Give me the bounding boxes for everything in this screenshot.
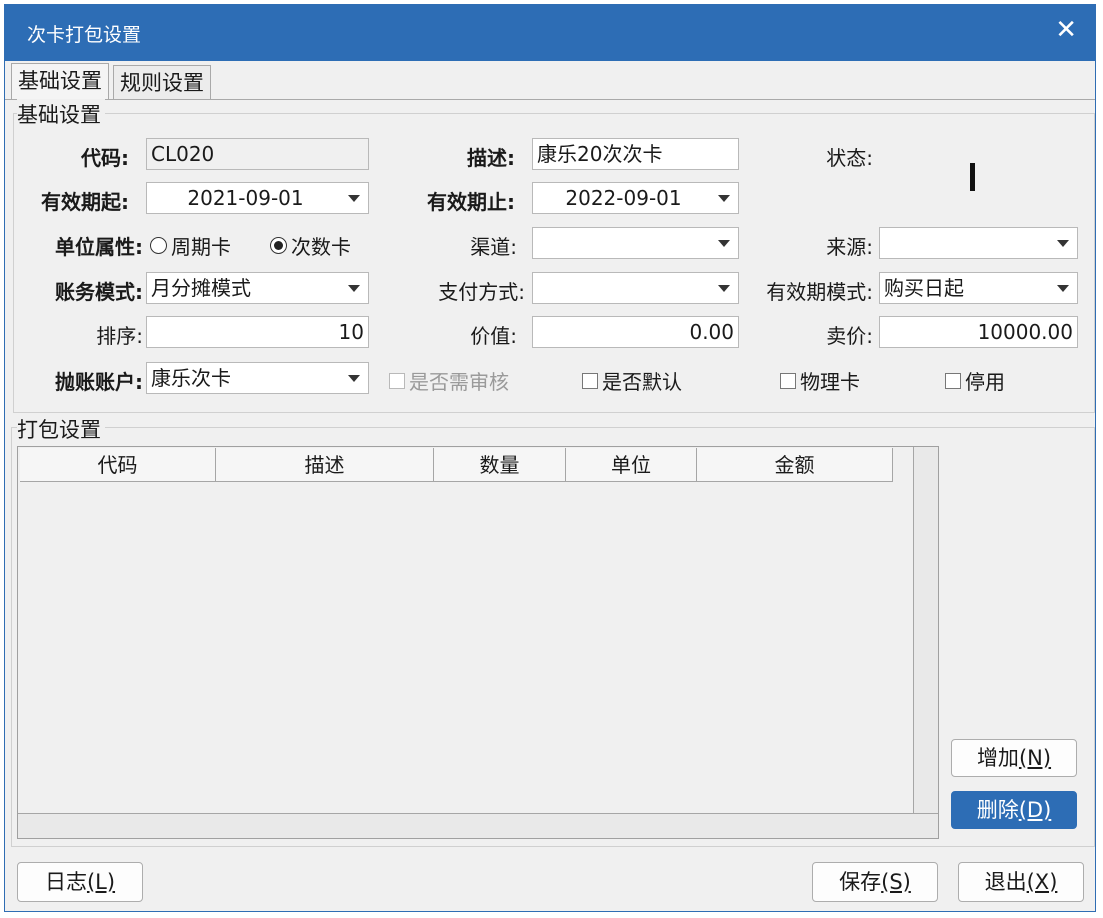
valid-to-value: 2022-09-01 (565, 186, 682, 210)
source-select[interactable] (879, 227, 1078, 259)
worth-label: 价值: (470, 324, 517, 348)
delete-button-key: (D) (1018, 798, 1052, 822)
channel-label: 渠道: (470, 235, 517, 259)
radio-period-card-label: 周期卡 (171, 235, 231, 259)
account-mode-select[interactable]: 月分摊模式 (146, 272, 369, 304)
dialog-window: 次卡打包设置 ✕ 基础设置 规则设置 基础设置 代码: CL020 描述: 康乐… (4, 4, 1096, 912)
check-needs-review[interactable]: 是否需审核 (389, 366, 509, 395)
checkbox-icon (945, 372, 961, 389)
price-label: 卖价: (826, 324, 873, 348)
add-button[interactable]: 增加(N) (951, 739, 1077, 777)
check-physical-card-label: 物理卡 (800, 370, 860, 394)
check-needs-review-label: 是否需审核 (409, 370, 509, 394)
valid-mode-value: 购买日起 (884, 276, 964, 300)
chevron-down-icon[interactable] (348, 285, 360, 292)
exit-button-key: (X) (1026, 870, 1058, 894)
desc-field[interactable]: 康乐20次次卡 (532, 138, 739, 170)
sort-label: 排序: (96, 324, 143, 348)
tab-rule-settings[interactable]: 规则设置 (113, 65, 211, 99)
radio-circle-icon (150, 237, 167, 254)
pay-method-select[interactable] (532, 272, 739, 304)
grid-header: 代码 描述 数量 单位 金额 (20, 448, 893, 482)
chevron-down-icon[interactable] (1057, 285, 1069, 292)
check-disabled-label: 停用 (965, 370, 1005, 394)
checkbox-icon (582, 372, 598, 389)
delete-button[interactable]: 删除(D) (951, 791, 1077, 829)
valid-mode-select[interactable]: 购买日起 (879, 272, 1078, 304)
valid-to-label: 有效期止: (427, 190, 515, 214)
valid-from-date-picker[interactable]: 2021-09-01 (146, 182, 369, 214)
horizontal-scrollbar[interactable] (18, 813, 938, 838)
log-button-label: 日志 (44, 870, 87, 894)
title-bar: 次卡打包设置 ✕ (5, 5, 1095, 61)
vertical-scrollbar[interactable] (913, 447, 938, 813)
checkbox-icon (780, 372, 796, 389)
column-header-amount[interactable]: 金额 (697, 448, 893, 482)
column-header-unit[interactable]: 单位 (566, 448, 697, 482)
column-header-desc[interactable]: 描述 (216, 448, 434, 482)
chevron-down-icon[interactable] (1057, 240, 1069, 247)
price-field[interactable]: 10000.00 (879, 316, 1078, 348)
account-mode-label: 账务模式: (55, 280, 143, 304)
radio-count-card[interactable]: 次数卡 (270, 231, 351, 260)
radio-period-card[interactable]: 周期卡 (150, 231, 231, 260)
channel-select[interactable] (532, 227, 739, 259)
exit-button-label: 退出 (984, 870, 1027, 894)
add-button-key: (N) (1018, 746, 1052, 770)
package-settings-group-label: 打包设置 (17, 414, 105, 444)
package-grid[interactable]: 代码 描述 数量 单位 金额 (17, 446, 939, 839)
log-button-key: (L) (86, 870, 116, 894)
pay-method-label: 支付方式: (438, 280, 525, 304)
source-label: 来源: (826, 235, 873, 259)
worth-field[interactable]: 0.00 (532, 316, 739, 348)
check-physical-card[interactable]: 物理卡 (780, 366, 860, 395)
save-button-label: 保存 (839, 870, 882, 894)
tab-strip: 基础设置 规则设置 (5, 63, 1095, 100)
desc-label: 描述: (467, 146, 515, 170)
account-mode-value: 月分摊模式 (151, 276, 251, 300)
column-header-qty[interactable]: 数量 (434, 448, 566, 482)
chevron-down-icon[interactable] (348, 195, 360, 202)
save-button-key: (S) (881, 870, 911, 894)
delete-button-label: 删除 (976, 798, 1019, 822)
basic-settings-group-label: 基础设置 (17, 99, 105, 129)
sort-field[interactable]: 10 (146, 316, 369, 348)
exit-button[interactable]: 退出(X) (958, 862, 1084, 902)
valid-mode-label: 有效期模式: (766, 280, 873, 304)
code-label: 代码: (81, 146, 129, 170)
account-select[interactable]: 康乐次卡 (146, 362, 369, 394)
chevron-down-icon[interactable] (718, 285, 730, 292)
tab-basic-settings[interactable]: 基础设置 (11, 63, 109, 99)
status-label: 状态: (826, 146, 873, 170)
add-button-label: 增加 (976, 746, 1019, 770)
status-indicator (970, 163, 975, 191)
account-value: 康乐次卡 (151, 366, 231, 390)
checkbox-icon (389, 372, 405, 389)
check-default-label: 是否默认 (602, 370, 682, 394)
close-icon[interactable]: ✕ (1055, 15, 1077, 45)
valid-from-label: 有效期起: (41, 190, 129, 214)
unit-attr-label: 单位属性: (55, 235, 143, 259)
save-button[interactable]: 保存(S) (812, 862, 938, 902)
radio-selected-icon (270, 237, 287, 254)
check-default[interactable]: 是否默认 (582, 366, 682, 395)
valid-from-value: 2021-09-01 (187, 186, 304, 210)
chevron-down-icon[interactable] (348, 375, 360, 382)
check-disabled[interactable]: 停用 (945, 366, 1005, 395)
column-header-code[interactable]: 代码 (20, 448, 216, 482)
window-title: 次卡打包设置 (27, 24, 142, 46)
code-field[interactable]: CL020 (146, 138, 369, 170)
account-label: 抛账账户: (55, 370, 143, 394)
log-button[interactable]: 日志(L) (17, 862, 143, 902)
valid-to-date-picker[interactable]: 2022-09-01 (532, 182, 739, 214)
radio-count-card-label: 次数卡 (291, 235, 351, 259)
chevron-down-icon[interactable] (718, 195, 730, 202)
chevron-down-icon[interactable] (718, 240, 730, 247)
